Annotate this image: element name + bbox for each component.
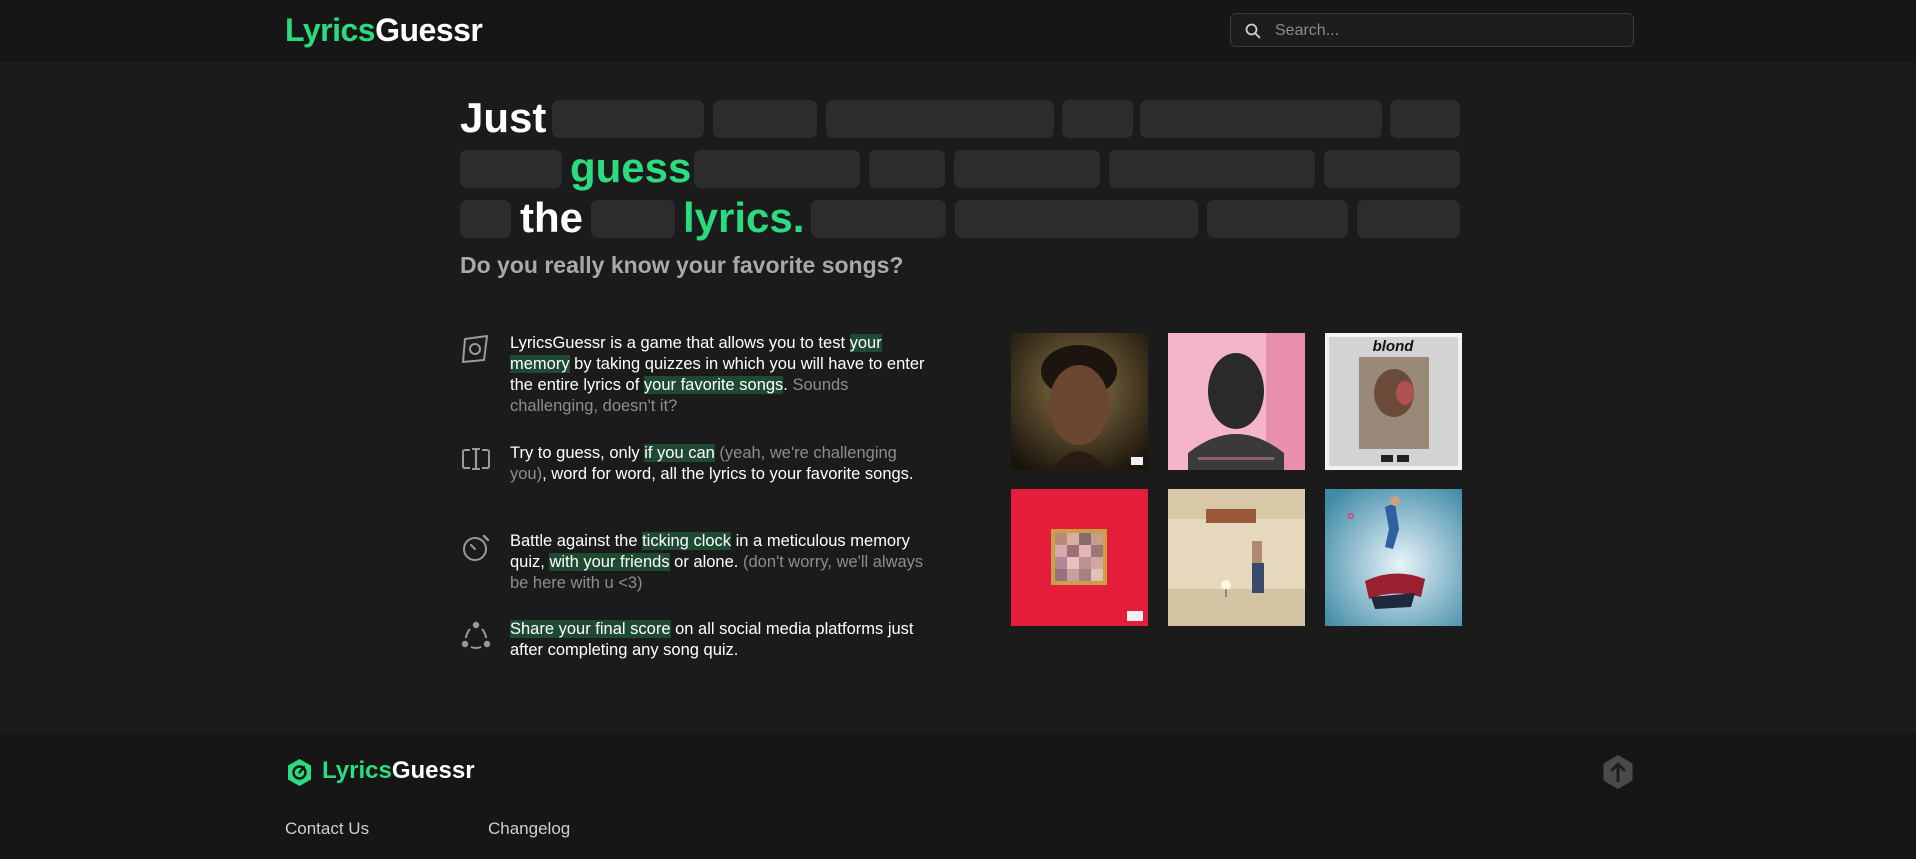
album-cover-4[interactable] — [1011, 489, 1148, 626]
lyric-blank — [1207, 200, 1348, 238]
lyric-blank — [591, 200, 675, 238]
hero-word-just: Just — [460, 94, 547, 141]
search-icon — [1245, 23, 1261, 39]
album-art-pink-portrait — [1168, 333, 1305, 470]
lyric-blank — [826, 100, 1054, 138]
highlighted-text: with your friends — [549, 553, 670, 571]
album-cover-1[interactable] — [1011, 333, 1148, 470]
album-cover-3-label: blond — [1373, 338, 1415, 355]
album-cover-6[interactable]: ✿ — [1325, 489, 1462, 626]
search-input[interactable] — [1273, 19, 1617, 43]
highlighted-text: if you can — [644, 444, 715, 462]
album-art-sky-figures: ✿ — [1325, 489, 1462, 626]
body-text: , word for word, all the lyrics to your … — [542, 465, 914, 483]
text-cursor-icon — [462, 448, 490, 470]
album-cover-5[interactable] — [1168, 489, 1305, 626]
footer: LyricsGuessr Contact Us Changelog — [0, 732, 1916, 859]
body-text: Battle against the — [510, 532, 643, 550]
lyric-blank — [694, 150, 860, 188]
lyric-blank — [460, 150, 562, 188]
hero-word-guess: guess — [570, 144, 692, 191]
body-text: or alone. — [669, 553, 743, 571]
album-cover-3[interactable]: blond — [1325, 333, 1462, 470]
lyric-blank — [552, 100, 704, 138]
site-logo[interactable]: LyricsGuessr — [285, 12, 483, 49]
logo-text-white: Guessr — [375, 12, 483, 48]
top-bar: LyricsGuessr — [0, 0, 1916, 62]
highlighted-text: your favorite songs — [643, 376, 784, 394]
feature-text: Battle against the ticking clock in a me… — [510, 531, 930, 594]
album-art-blond: blond — [1325, 333, 1462, 470]
logo-text-green: Lyrics — [285, 12, 376, 48]
lyric-blank — [811, 200, 946, 238]
lyric-blank — [713, 100, 817, 138]
svg-text:✿: ✿ — [1347, 511, 1355, 521]
lyric-blank — [1324, 150, 1460, 188]
footer-logo-text-white: Guessr — [391, 757, 475, 784]
highlighted-text: Share your final score — [510, 620, 671, 638]
lyric-blank — [954, 150, 1100, 188]
album-art-red-pixelated — [1011, 489, 1148, 626]
footer-logo-text-green: Lyrics — [322, 757, 392, 784]
hero-word-lyrics: lyrics. — [683, 194, 805, 241]
feature-text: Try to guess, only if you can (yeah, we'… — [510, 443, 930, 485]
feature-text: Share your final score on all social med… — [510, 619, 930, 661]
feature-text: LyricsGuessr is a game that allows you t… — [510, 333, 930, 417]
album-cover-2[interactable] — [1168, 333, 1305, 470]
logo-badge-icon — [288, 759, 311, 786]
album-art-face-portrait — [1011, 333, 1148, 470]
changelog-link[interactable]: Changelog — [488, 819, 570, 839]
album-art-room — [1168, 489, 1305, 626]
body-text: LyricsGuessr is a game that allows you t… — [510, 334, 850, 352]
contact-us-link[interactable]: Contact Us — [285, 819, 369, 839]
lyric-blank — [955, 200, 1198, 238]
lyric-blank — [1109, 150, 1315, 188]
lyric-blank — [1357, 200, 1460, 238]
hero-subtitle: Do you really know your favorite songs? — [460, 252, 904, 278]
body-text: Try to guess, only — [510, 444, 645, 462]
target-icon — [462, 335, 488, 363]
lyric-blank — [869, 150, 945, 188]
search-box[interactable] — [1230, 13, 1634, 47]
stopwatch-icon — [463, 534, 490, 561]
share-nodes-icon — [461, 621, 491, 649]
highlighted-text: ticking clock — [642, 532, 732, 550]
footer-logo-text: LyricsGuessr — [322, 757, 475, 785]
scroll-to-top-icon[interactable] — [1602, 754, 1634, 790]
lyric-blank — [1140, 100, 1382, 138]
lyric-blank — [1390, 100, 1460, 138]
lyric-blank — [1062, 100, 1133, 138]
lyric-blank — [460, 200, 511, 238]
hero-word-the: the — [520, 194, 583, 241]
